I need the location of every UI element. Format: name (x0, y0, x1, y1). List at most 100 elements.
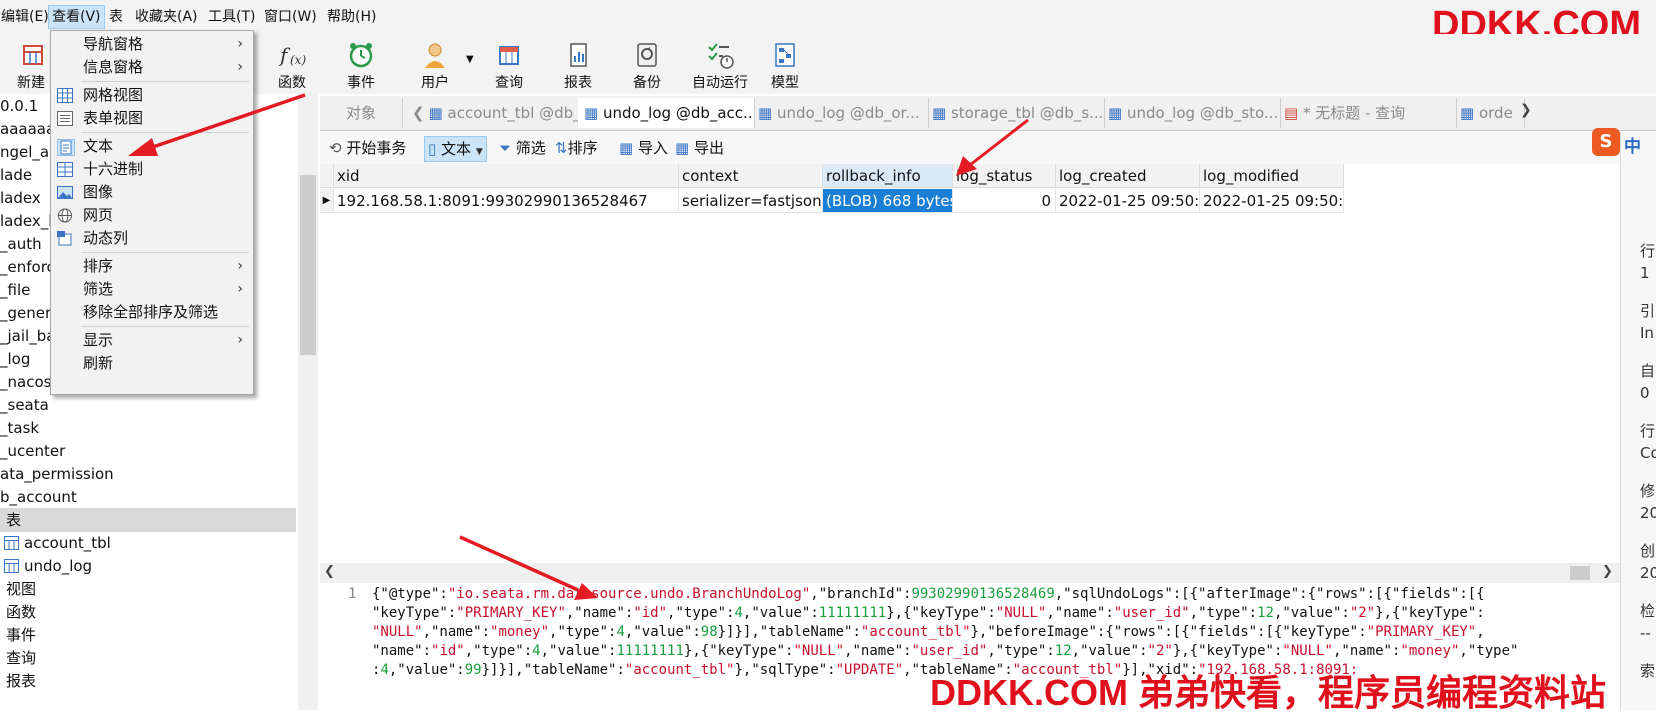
tree-item[interactable]: _log (0, 347, 30, 371)
export-button[interactable]: ▦ 导出 (672, 136, 727, 160)
menu-item-image[interactable]: 图像 (51, 181, 253, 204)
tree-item[interactable]: ata_permission (0, 462, 114, 486)
menu-item-remove-sort-filter[interactable]: 移除全部排序及筛选 (51, 301, 253, 324)
cell-xid[interactable]: 192.168.58.1:8091:99302990136528467 (334, 189, 679, 213)
transaction-icon: ⟲ (329, 139, 342, 157)
menu-item-display[interactable]: 显示 › (51, 329, 253, 352)
column-header-rollback-info[interactable]: rollback_info (823, 164, 953, 188)
chevron-down-icon[interactable]: ▼ (476, 147, 483, 157)
menu-item-web[interactable]: 网页 (51, 204, 253, 227)
events-button[interactable]: 事件 (326, 34, 396, 94)
code-line: {"@type":"io.seata.rm.datasource.undo.Br… (372, 586, 1485, 602)
column-header-context[interactable]: context (679, 164, 823, 188)
tree-item[interactable]: _enforc (0, 255, 55, 279)
menu-item-sort[interactable]: 排序 › (51, 255, 253, 278)
tree-item[interactable]: lade (0, 163, 32, 187)
ime-language-indicator[interactable]: 中 (1624, 132, 1641, 157)
sort-button[interactable]: ⇅排序 (552, 136, 601, 160)
scroll-left-icon[interactable]: ❮ (324, 564, 335, 579)
tree-item[interactable]: _auth (0, 232, 42, 256)
users-button[interactable]: 用户 (400, 34, 470, 94)
text-view-button[interactable]: ▯ 文本 ▼ (424, 136, 487, 162)
tree-folder-views[interactable]: 视图 (0, 577, 36, 601)
menu-help[interactable]: 帮助(H) (324, 6, 379, 28)
tree-folder-reports[interactable]: 报表 (0, 669, 36, 693)
tree-item[interactable]: _nacos (0, 370, 51, 394)
sort-icon: ⇅ (555, 139, 568, 157)
autorun-button[interactable]: 自动运行 (680, 34, 760, 94)
cell-log-status[interactable]: 0 (953, 189, 1056, 213)
menu-favorites[interactable]: 收藏夹(A) (132, 6, 201, 28)
menu-view[interactable]: 查看(V) (48, 5, 105, 29)
row-pointer-icon[interactable]: ▶ (320, 189, 334, 213)
menu-separator (81, 326, 249, 327)
backup-button[interactable]: 备份 (612, 34, 682, 94)
tab-undo-log-db-account[interactable]: ▦ undo_log @db_acc... (578, 98, 755, 128)
menu-item-info-pane[interactable]: 信息窗格 › (51, 56, 253, 79)
grid-horizontal-scrollbar[interactable]: ❮ ❯ (320, 563, 1620, 583)
model-icon (775, 43, 795, 67)
menu-item-nav-pane[interactable]: 导航窗格 › (51, 33, 253, 56)
menu-item-filter[interactable]: 筛选 › (51, 278, 253, 301)
tree-item[interactable]: 0.0.1 (0, 94, 38, 118)
info-label: 行 (1640, 242, 1656, 260)
filter-button[interactable]: ⏷ 筛选 (496, 136, 549, 160)
tree-item[interactable]: ngel_ac (0, 140, 57, 164)
tab-scroll-left-icon[interactable]: ❮ (412, 104, 425, 122)
column-header-xid[interactable]: xid (334, 164, 679, 188)
info-label: 索 (1640, 662, 1656, 680)
tree-item[interactable]: _seata (0, 393, 49, 417)
tree-item[interactable]: _jail_ba (0, 324, 55, 348)
tab-untitled-query[interactable]: ▤ * 无标题 - 查询 (1278, 98, 1457, 128)
column-header-log-status[interactable]: log_status (953, 164, 1056, 188)
tab-account-tbl[interactable]: ❮▦ account_tbl @db_a... (406, 98, 581, 128)
scrollbar-thumb[interactable] (1570, 566, 1590, 580)
query-button[interactable]: 查询 (474, 34, 544, 94)
menu-separator (81, 81, 249, 82)
column-header-log-created[interactable]: log_created (1056, 164, 1200, 188)
column-header-log-modified[interactable]: log_modified (1200, 164, 1344, 188)
tab-undo-log-db-storage[interactable]: ▦ undo_log @db_sto... (1102, 98, 1281, 128)
cell-rollback-info[interactable]: (BLOB) 668 bytes (823, 189, 953, 213)
menu-item-dynamic-column[interactable]: 动态列 (51, 227, 253, 250)
cell-log-modified[interactable]: 2022-01-25 09:50:09 (1200, 189, 1344, 213)
tree-scrollbar-thumb[interactable] (300, 175, 316, 355)
tree-item[interactable]: _task (0, 416, 39, 440)
ime-logo-icon[interactable]: S (1592, 128, 1620, 156)
tree-folder-events[interactable]: 事件 (0, 623, 36, 647)
functions-button[interactable]: f (x) 函数 (257, 34, 327, 94)
tab-storage-tbl[interactable]: ▦ storage_tbl @db_s... (926, 98, 1105, 128)
code-line: "name":"id","type":4,"value":11111111},{… (372, 643, 1519, 659)
tree-item[interactable]: _gener (0, 301, 51, 325)
cell-log-created[interactable]: 2022-01-25 09:50:09 (1056, 189, 1200, 213)
menu-edit[interactable]: 编辑(E) (0, 6, 52, 28)
model-button[interactable]: 模型 (750, 34, 820, 94)
tree-folder-tables[interactable]: 表 (0, 508, 296, 532)
menu-item-hex[interactable]: 十六进制 (51, 158, 253, 181)
menu-item-form-view[interactable]: 表单视图 (51, 107, 253, 130)
tree-item[interactable]: ladex (0, 186, 41, 210)
menu-item-grid-view[interactable]: 网格视图 (51, 84, 253, 107)
tree-item[interactable]: _ucenter (0, 439, 65, 463)
scroll-right-icon[interactable]: ❯ (1602, 564, 1613, 579)
reports-button[interactable]: 报表 (543, 34, 613, 94)
tab-scroll-right-icon[interactable]: ❯ (1520, 102, 1532, 118)
table-icon: ▦ (584, 104, 599, 122)
begin-transaction-button[interactable]: ⟲ 开始事务 (326, 136, 409, 160)
menu-item-text[interactable]: 文本 (51, 135, 253, 158)
menu-table[interactable]: 表 (106, 6, 126, 28)
users-dropdown-icon[interactable]: ▼ (466, 54, 474, 65)
tab-orders[interactable]: ▦ orde (1454, 98, 1525, 128)
tree-item[interactable]: _file (0, 278, 30, 302)
tree-folder-queries[interactable]: 查询 (0, 646, 36, 670)
tree-item[interactable]: b_account (0, 485, 77, 509)
menu-tools[interactable]: 工具(T) (205, 6, 258, 28)
import-button[interactable]: ▦ 导入 (616, 136, 671, 160)
tab-objects[interactable]: 对象 (320, 98, 403, 128)
menu-item-refresh[interactable]: 刷新 (51, 352, 253, 375)
cell-context[interactable]: serializer=fastjson&c (679, 189, 823, 213)
menu-window[interactable]: 窗口(W) (261, 6, 320, 28)
tab-undo-log-db-order[interactable]: ▦ undo_log @db_or... (752, 98, 929, 128)
tree-folder-functions[interactable]: 函数 (0, 600, 36, 624)
tree-item[interactable]: ladex_l (0, 209, 52, 233)
